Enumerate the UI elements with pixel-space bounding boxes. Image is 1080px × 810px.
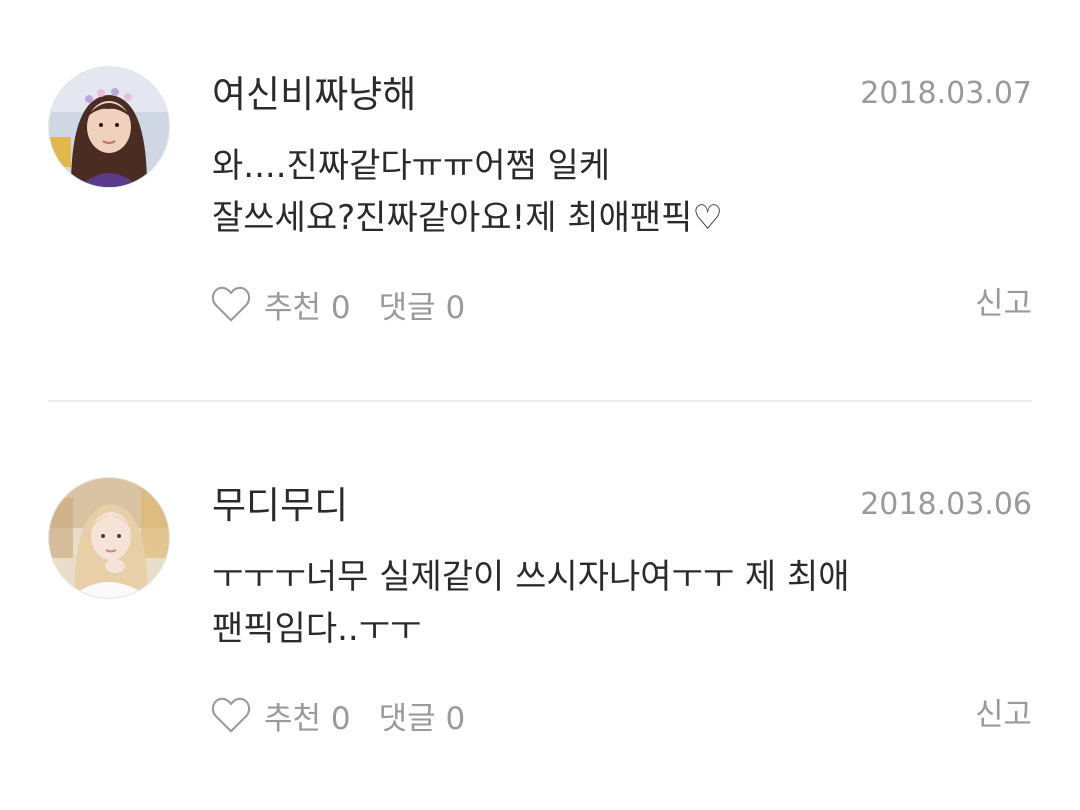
comment-body: ㅜㅜㅜ너무 실제같이 쓰시자나여ㅜㅜ 제 최애 팬픽임다..ㅜㅜ <box>212 551 1032 655</box>
comment-body: 와....진짜같다ㅠㅠ어쩜 일케 잘쓰세요?진짜같아요!제 최애팬픽♡ <box>212 140 1032 244</box>
comment-username[interactable]: 여신비짜냥해 <box>212 70 416 120</box>
avatar[interactable] <box>48 477 170 599</box>
comment-username[interactable]: 무디무디 <box>212 481 348 531</box>
avatar-photo <box>49 478 169 598</box>
comment-body-line: 팬픽임다..ㅜㅜ <box>212 609 422 649</box>
reply-count-button[interactable]: 댓글 0 <box>379 282 466 327</box>
like-count-button[interactable]: 추천 0 <box>264 282 351 327</box>
report-button[interactable]: 신고 <box>975 281 1032 327</box>
comment-body-line: 잘쓰세요?진짜같아요!제 최애팬픽♡ <box>212 198 723 238</box>
report-button[interactable]: 신고 <box>975 692 1032 738</box>
comment-actions: 추천 0 댓글 0 <box>208 278 465 330</box>
comment-date: 2018.03.06 <box>860 487 1032 522</box>
comment-body-line: 와....진짜같다ㅠㅠ어쩜 일케 <box>212 146 611 186</box>
avatar-photo <box>49 67 169 187</box>
comment-divider <box>48 400 1032 402</box>
comment-actions: 추천 0 댓글 0 <box>208 689 465 741</box>
comment-date: 2018.03.07 <box>860 76 1032 111</box>
heart-outline-icon[interactable] <box>208 281 254 327</box>
reply-count-button[interactable]: 댓글 0 <box>379 693 466 738</box>
avatar[interactable] <box>48 66 170 188</box>
heart-outline-icon[interactable] <box>208 692 254 738</box>
like-count-button[interactable]: 추천 0 <box>264 693 351 738</box>
comment-body-line: ㅜㅜㅜ너무 실제같이 쓰시자나여ㅜㅜ 제 최애 <box>212 557 850 597</box>
